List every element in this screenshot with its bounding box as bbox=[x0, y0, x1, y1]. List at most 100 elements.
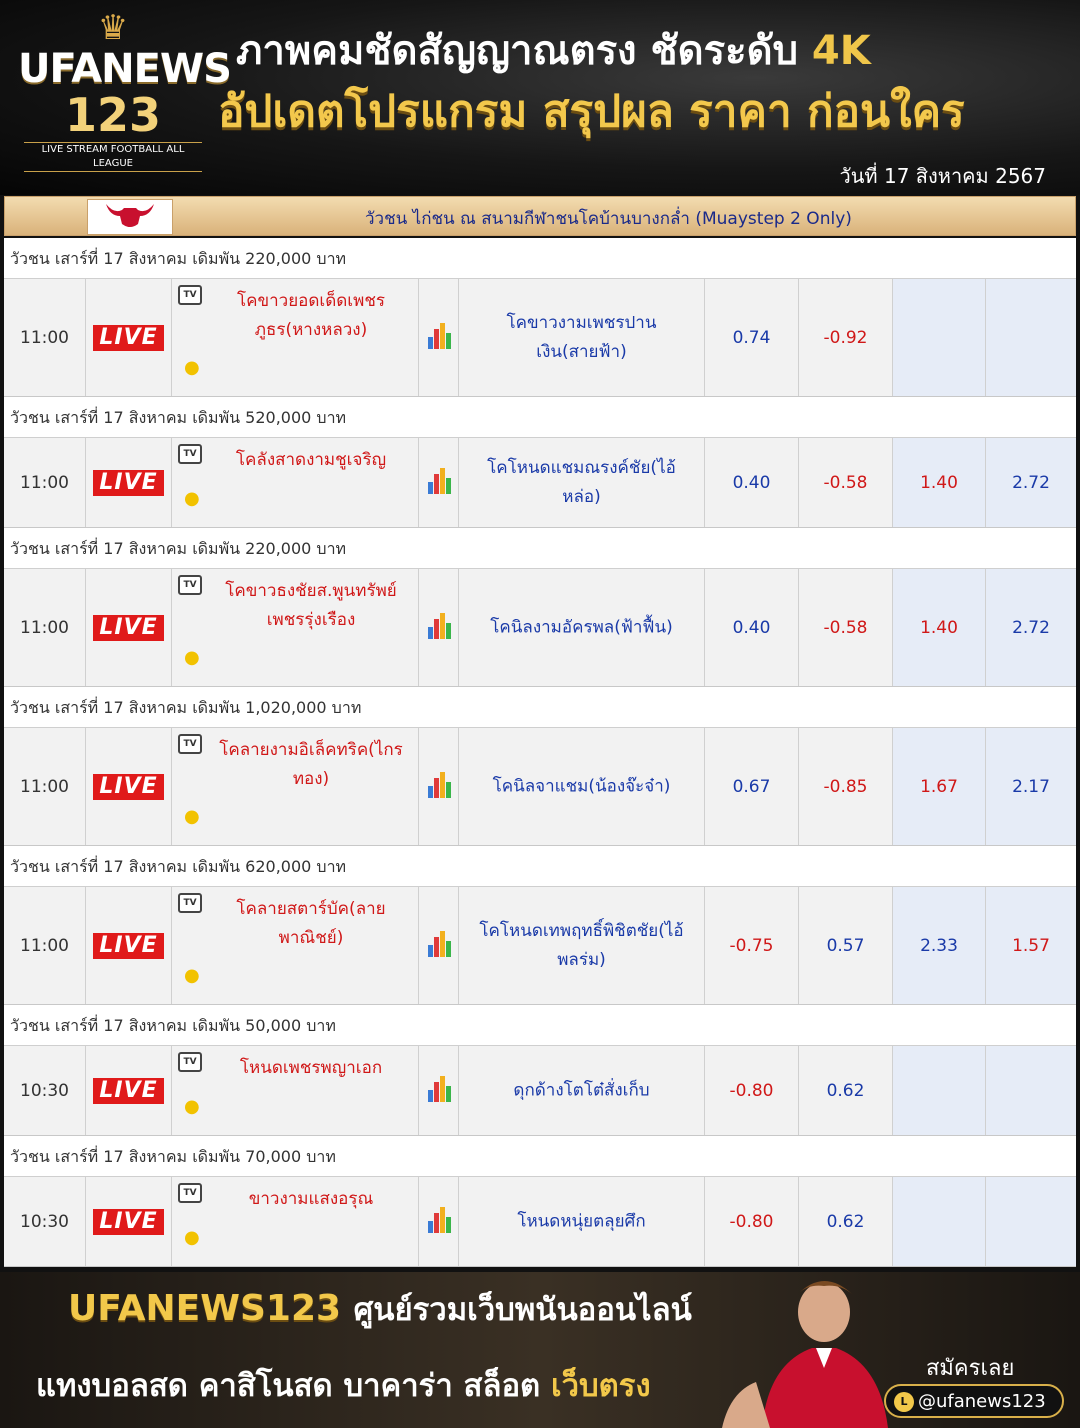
tv-icon[interactable]: TV bbox=[178, 1183, 202, 1203]
odds-cell-4[interactable]: 2.17 bbox=[986, 728, 1076, 845]
live-badge[interactable]: LIVE bbox=[93, 469, 164, 496]
live-badge[interactable]: LIVE bbox=[93, 614, 164, 641]
odds-cell-2[interactable]: -0.58 bbox=[799, 438, 893, 527]
match-row[interactable]: 11:00 LIVE TV โคลายงามอิเล็คทริค(ไกรทอง) ● โค… bbox=[4, 728, 1076, 846]
odds-value-1[interactable]: -0.80 bbox=[705, 1081, 798, 1101]
stats-cell[interactable] bbox=[419, 279, 459, 396]
odds-cell-3[interactable]: 1.67 bbox=[893, 728, 986, 845]
stats-cell[interactable] bbox=[419, 887, 459, 1004]
home-team-name[interactable]: โคขาวยอดเด็ดเพชรภูธร(หางหลวง) bbox=[208, 287, 414, 345]
league-header[interactable]: วัวชน ไก่ชน ณ สนามกีฬาชนโคบ้านบางกล่ำ (M… bbox=[4, 196, 1076, 236]
odds-value-2[interactable]: -0.58 bbox=[799, 618, 892, 638]
home-team-name[interactable]: โคขาวธงชัยส.พูนทรัพย์เพชรรุ่งเรือง bbox=[208, 577, 414, 635]
odds-value-2[interactable]: -0.92 bbox=[799, 328, 892, 348]
odds-cell-3[interactable]: 1.40 bbox=[893, 569, 986, 686]
stats-cell[interactable] bbox=[419, 728, 459, 845]
odds-value-4[interactable]: 2.72 bbox=[986, 618, 1076, 638]
tv-icon[interactable]: TV bbox=[178, 734, 202, 754]
stats-icon[interactable] bbox=[427, 467, 451, 494]
match-row[interactable]: 10:30 LIVE TV โหนดเพชรพญาเอก ● ดุกด้างโตโต๋สั… bbox=[4, 1046, 1076, 1136]
odds-cell-3[interactable]: 2.33 bbox=[893, 887, 986, 1004]
live-cell[interactable]: LIVE bbox=[86, 1177, 172, 1266]
odds-value-2[interactable]: -0.85 bbox=[799, 777, 892, 797]
odds-cell-4[interactable] bbox=[986, 279, 1076, 396]
live-badge[interactable]: LIVE bbox=[93, 324, 164, 351]
odds-cell-3[interactable] bbox=[893, 1046, 986, 1135]
odds-cell-4[interactable]: 2.72 bbox=[986, 438, 1076, 527]
odds-cell-1[interactable]: 0.67 bbox=[705, 728, 799, 845]
live-cell[interactable]: LIVE bbox=[86, 438, 172, 527]
odds-cell-2[interactable]: 0.57 bbox=[799, 887, 893, 1004]
odds-cell-1[interactable]: -0.75 bbox=[705, 887, 799, 1004]
odds-cell-1[interactable]: 0.40 bbox=[705, 569, 799, 686]
odds-cell-3[interactable]: 1.40 bbox=[893, 438, 986, 527]
home-team-name[interactable]: โคลายงามอิเล็คทริค(ไกรทอง) bbox=[208, 736, 414, 794]
odds-cell-2[interactable]: 0.62 bbox=[799, 1177, 893, 1266]
site-logo[interactable]: ♛ UFANEWS 123 LIVE STREAM FOOTBALL ALL L… bbox=[18, 8, 232, 186]
live-cell[interactable]: LIVE bbox=[86, 1046, 172, 1135]
home-team-name[interactable]: โหนดเพชรพญาเอก bbox=[208, 1054, 414, 1083]
tv-icon[interactable]: TV bbox=[178, 285, 202, 305]
match-row[interactable]: 11:00 LIVE TV โคขาวยอดเด็ดเพชรภูธร(หางหลวง)… bbox=[4, 279, 1076, 397]
odds-value-4[interactable]: 1.57 bbox=[986, 936, 1076, 956]
odds-cell-3[interactable] bbox=[893, 279, 986, 396]
away-team-name[interactable]: โหนดหนุ่ยตลุยศึก bbox=[459, 1207, 704, 1236]
odds-value-1[interactable]: -0.75 bbox=[705, 936, 798, 956]
odds-value-3[interactable]: 1.67 bbox=[893, 777, 985, 797]
stats-cell[interactable] bbox=[419, 1046, 459, 1135]
stats-cell[interactable] bbox=[419, 438, 459, 527]
odds-value-1[interactable]: 0.74 bbox=[705, 328, 798, 348]
odds-value-1[interactable]: 0.40 bbox=[705, 473, 798, 493]
odds-value-3[interactable]: 1.40 bbox=[893, 473, 985, 493]
away-team-name[interactable]: โคโหนดเทพฤทธิ์พิชิตชัย(ไอ้พลร่ม) bbox=[459, 917, 704, 975]
tv-icon[interactable]: TV bbox=[178, 1052, 202, 1072]
live-cell[interactable]: LIVE bbox=[86, 887, 172, 1004]
odds-value-2[interactable]: 0.62 bbox=[799, 1081, 892, 1101]
stats-icon[interactable] bbox=[427, 1075, 451, 1102]
stats-icon[interactable] bbox=[427, 771, 451, 798]
stats-icon[interactable] bbox=[427, 322, 451, 349]
odds-cell-2[interactable]: 0.62 bbox=[799, 1046, 893, 1135]
odds-value-3[interactable]: 1.40 bbox=[893, 618, 985, 638]
away-team-name[interactable]: ดุกด้างโตโต๋สั่งเก็บ bbox=[459, 1076, 704, 1105]
stats-icon[interactable] bbox=[427, 612, 451, 639]
odds-value-2[interactable]: -0.58 bbox=[799, 473, 892, 493]
match-row[interactable]: 11:00 LIVE TV โคขาวธงชัยส.พูนทรัพย์เพชรรุ่ง… bbox=[4, 569, 1076, 687]
live-badge[interactable]: LIVE bbox=[93, 932, 164, 959]
odds-cell-4[interactable]: 1.57 bbox=[986, 887, 1076, 1004]
match-row[interactable]: 11:00 LIVE TV โคลายสตาร์บัค(ลายพาณิชย์) ● โคโ… bbox=[4, 887, 1076, 1005]
away-team-name[interactable]: โคนิลจาแชม(น้องจ๊ะจ๋า) bbox=[459, 772, 704, 801]
signup-button[interactable]: สมัครเลย bbox=[926, 1350, 1014, 1385]
home-team-name[interactable]: โคลังสาดงามชูเจริญ bbox=[208, 446, 414, 475]
odds-value-4[interactable]: 2.17 bbox=[986, 777, 1076, 797]
odds-value-2[interactable]: 0.62 bbox=[799, 1212, 892, 1232]
live-badge[interactable]: LIVE bbox=[93, 773, 164, 800]
live-badge[interactable]: LIVE bbox=[93, 1208, 164, 1235]
odds-cell-4[interactable] bbox=[986, 1177, 1076, 1266]
stats-icon[interactable] bbox=[427, 930, 451, 957]
live-cell[interactable]: LIVE bbox=[86, 728, 172, 845]
tv-icon[interactable]: TV bbox=[178, 893, 202, 913]
away-team-name[interactable]: โคขาวงามเพชรปานเงิน(สายฟ้า) bbox=[459, 309, 704, 367]
home-team-name[interactable]: โคลายสตาร์บัค(ลายพาณิชย์) bbox=[208, 895, 414, 953]
odds-value-1[interactable]: 0.40 bbox=[705, 618, 798, 638]
odds-cell-3[interactable] bbox=[893, 1177, 986, 1266]
home-team-name[interactable]: ขาวงามแสงอรุณ bbox=[208, 1185, 414, 1214]
match-row[interactable]: 10:30 LIVE TV ขาวงามแสงอรุณ ● โหนดหนุ่ยตลุยศึ… bbox=[4, 1177, 1076, 1267]
odds-value-1[interactable]: 0.67 bbox=[705, 777, 798, 797]
odds-value-4[interactable]: 2.72 bbox=[986, 473, 1076, 493]
away-team-name[interactable]: โคโหนดแชมณรงค์ชัย(ไอ้หล่อ) bbox=[459, 454, 704, 512]
odds-cell-2[interactable]: -0.92 bbox=[799, 279, 893, 396]
away-team-name[interactable]: โคนิลงามอัครพล(ฟ้าฟื้น) bbox=[459, 613, 704, 642]
odds-cell-2[interactable]: -0.85 bbox=[799, 728, 893, 845]
live-cell[interactable]: LIVE bbox=[86, 569, 172, 686]
odds-value-2[interactable]: 0.57 bbox=[799, 936, 892, 956]
live-cell[interactable]: LIVE bbox=[86, 279, 172, 396]
line-contact-button[interactable]: L @ufanews123 bbox=[884, 1384, 1064, 1418]
match-row[interactable]: 11:00 LIVE TV โคลังสาดงามชูเจริญ ● โคโหนดแชมณ… bbox=[4, 438, 1076, 528]
odds-value-1[interactable]: -0.80 bbox=[705, 1212, 798, 1232]
odds-cell-2[interactable]: -0.58 bbox=[799, 569, 893, 686]
odds-value-3[interactable]: 2.33 bbox=[893, 936, 985, 956]
odds-cell-4[interactable]: 2.72 bbox=[986, 569, 1076, 686]
stats-cell[interactable] bbox=[419, 1177, 459, 1266]
